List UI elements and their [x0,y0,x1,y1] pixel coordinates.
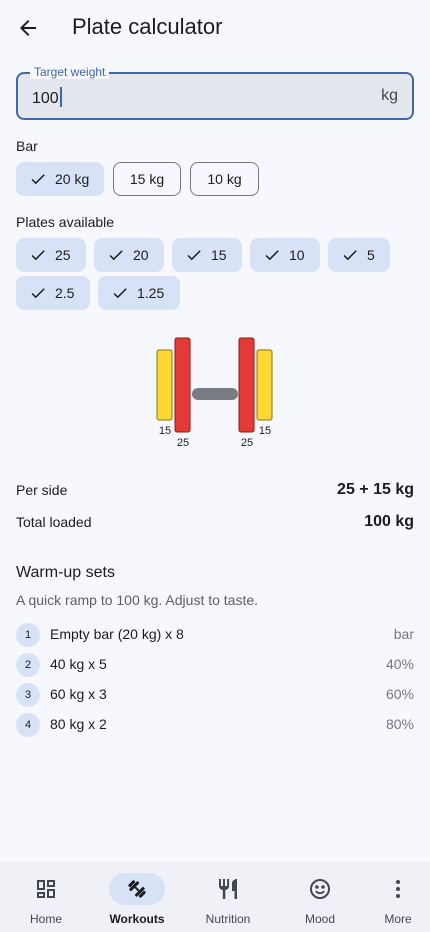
more-vertical-icon [396,880,400,898]
warmup-item: 1 Empty bar (20 kg) x 8 bar [16,623,414,647]
plate-chip-label: 2.5 [55,285,75,301]
left-inner-plate [174,337,191,433]
warmup-step-number: 1 [16,623,40,647]
warmup-step-percent: 40% [385,656,414,672]
dumbbell-icon [128,880,146,898]
plate-chip-5[interactable]: 5 [328,238,390,272]
total-loaded-label: Total loaded [16,514,92,530]
per-side-label: Per side [16,482,68,498]
nav-item-mood[interactable]: Mood [277,862,363,932]
check-icon [113,288,127,299]
bar-section-label: Bar [16,138,38,154]
app-bar: Plate calculator [0,0,430,56]
plate-chip-label: 15 [211,247,227,263]
plate-chip-10[interactable]: 10 [250,238,320,272]
warmup-step-number: 2 [16,653,40,677]
bar-chip-label: 15 kg [129,171,165,187]
plate-chip-25[interactable]: 25 [16,238,86,272]
nav-label-workouts: Workouts [109,912,165,926]
target-weight-value: 100 [32,90,59,107]
warmup-step-percent: bar [393,626,414,642]
page-title: Plate calculator [72,14,223,39]
warmup-step-number: 4 [16,713,40,737]
check-icon [265,250,279,261]
bar-chip-label: 10 kg [207,171,242,187]
left-inner-plate-label: 25 [177,437,189,449]
warmup-step-text: 40 kg x 5 [50,656,107,672]
smile-icon [310,879,330,899]
nav-label-nutrition: Nutrition [205,912,251,926]
plate-chip-15[interactable]: 15 [172,238,242,272]
plate-chip-label: 10 [289,247,305,263]
right-inner-plate [238,337,255,433]
plate-chip-label: 1.25 [137,285,165,301]
nav-item-nutrition[interactable]: Nutrition [185,862,271,932]
check-icon [31,288,45,299]
nav-item-workouts[interactable]: Workouts [94,862,180,932]
bar-chip-10kg[interactable]: 10 kg [190,162,259,196]
check-icon [187,250,201,261]
plate-chip-1-25[interactable]: 1.25 [98,276,180,310]
warmup-step-text: Empty bar (20 kg) x 8 [50,626,184,642]
warmup-step-text: 80 kg x 2 [50,716,107,732]
text-caret [59,87,62,107]
target-weight-label: Target weight [30,65,110,79]
warmup-step-percent: 80% [385,716,414,732]
right-inner-plate-label: 25 [241,437,253,449]
target-weight-field[interactable]: Target weight 100 kg [16,65,414,120]
bar-chip-label: 20 kg [55,171,90,187]
check-icon [31,250,45,261]
dashboard-icon [37,880,55,898]
target-weight-suffix: kg [381,87,398,104]
right-outer-plate-label: 15 [259,425,271,437]
check-icon [109,250,123,261]
bar-chip-15kg[interactable]: 15 kg [113,162,181,196]
warmup-step-percent: 60% [385,686,414,702]
plate-chip-label: 20 [133,247,149,263]
left-outer-plate-label: 15 [159,425,171,437]
bottom-navigation: Home Workouts Nutrition Mood More [0,862,430,932]
bar-sleeve [192,388,238,400]
warmup-subtitle: A quick ramp to 100 kg. Adjust to taste. [16,592,259,608]
nav-label-mood: Mood [304,912,336,926]
arrow-back-icon [20,20,36,36]
warmup-item: 2 40 kg x 5 40% [16,653,414,677]
right-outer-plate [256,349,273,421]
plate-chip-20[interactable]: 20 [94,238,164,272]
nav-item-home[interactable]: Home [3,862,89,932]
back-button[interactable] [8,8,48,48]
restaurant-icon [219,879,237,899]
nav-item-more[interactable]: More [355,862,430,932]
nav-label-more: More [384,912,412,926]
plate-loading-diagram: 15 25 25 15 [156,337,273,449]
plate-chip-2-5[interactable]: 2.5 [16,276,90,310]
plates-section-label: Plates available [16,214,115,230]
total-loaded-value: 100 kg [364,513,414,530]
warmup-item: 4 80 kg x 2 80% [16,713,414,737]
bar-chip-20kg[interactable]: 20 kg [16,162,104,196]
warmup-step-number: 3 [16,683,40,707]
warmup-title: Warm-up sets [16,564,115,581]
left-outer-plate [156,349,173,421]
per-side-value: 25 + 15 kg [337,481,414,498]
check-icon [343,250,357,261]
plate-chip-label: 5 [367,247,375,263]
warmup-item: 3 60 kg x 3 60% [16,683,414,707]
plate-chip-label: 25 [55,247,71,263]
warmup-step-text: 60 kg x 3 [50,686,107,702]
check-icon [31,174,45,185]
nav-label-home: Home [29,912,62,926]
